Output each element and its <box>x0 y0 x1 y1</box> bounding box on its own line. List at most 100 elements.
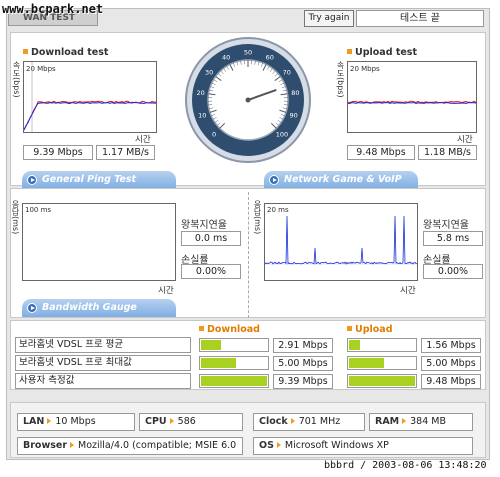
watermark: www.bcpark.net <box>2 2 104 16</box>
upload-series-blue <box>348 101 477 105</box>
download-bandwidth-value: 2.91 Mbps <box>273 338 333 353</box>
ping-y-axis-label: 응답(ms) <box>11 200 20 235</box>
ram-value: 384 MB <box>410 416 446 427</box>
upload-bar-fill <box>349 358 384 368</box>
tab-network-game-voip-test[interactable]: Network Game & VoIP Test <box>264 171 418 203</box>
gauge-tick-label: 70 <box>283 68 291 76</box>
download-bandwidth-value: 5.00 Mbps <box>273 356 333 371</box>
bandwidth-row-label: 보라홈넷 VDSL 프로 평균 <box>15 337 191 353</box>
arrow-circle-icon <box>27 303 37 313</box>
arrow-right-icon <box>169 418 174 424</box>
arrow-right-icon <box>276 442 281 448</box>
upload-graph: 20 Mbps <box>347 65 477 105</box>
gauge-tick-label: 0 <box>212 130 216 138</box>
tab-label: Bandwidth Gauge <box>42 302 137 313</box>
upload-scale-label: 20 Mbps <box>350 65 380 73</box>
upload-mbs-value: 1.18 MB/s <box>418 145 477 160</box>
download-mbs-value: 1.17 MB/s <box>96 145 155 160</box>
game-latency-series <box>264 215 418 265</box>
download-bandwidth-value: 9.39 Mbps <box>273 374 333 389</box>
try-again-button[interactable]: Try again <box>304 10 354 27</box>
gauge-tick-label: 50 <box>244 49 252 57</box>
gauge-tick-label: 60 <box>266 54 274 62</box>
download-bar <box>199 338 269 352</box>
bullet-icon <box>199 326 204 331</box>
game-x-axis-label: 시간 <box>400 286 416 296</box>
ram-label: RAM <box>375 416 400 427</box>
bandwidth-download-header: Download <box>199 324 260 335</box>
ping-rtt-value: 0.0 ms <box>181 231 241 246</box>
gauge-tick-label: 80 <box>291 89 299 97</box>
upload-bar-fill <box>349 340 360 350</box>
arrow-right-icon <box>290 418 295 424</box>
clock-label: Clock <box>259 416 288 427</box>
arrow-circle-icon <box>269 175 279 185</box>
game-y-axis-label: 응답(ms) <box>253 200 262 235</box>
clock-value: 701 MHz <box>298 416 341 427</box>
status-display: 테스트 끝 <box>356 10 484 27</box>
ping-x-axis-label: 시간 <box>158 286 174 296</box>
download-graph: 20 Mbps <box>23 62 157 132</box>
upload-bar <box>347 338 417 352</box>
download-bar-fill <box>201 340 221 350</box>
ping-rtt-label: 왕복지연율 <box>181 220 227 231</box>
browser-value: Mozilla/4.0 (compatible; MSIE 6.0 <box>78 440 237 451</box>
download-series-red <box>23 100 157 130</box>
os-value: Microsoft Windows XP <box>284 440 389 451</box>
gauge-tick-label: 100 <box>276 130 288 138</box>
upload-mbps-value: 9.48 Mbps <box>347 145 415 160</box>
download-bar <box>199 374 269 388</box>
download-title-text: Download test <box>31 47 109 58</box>
arrow-right-icon <box>70 442 75 448</box>
bandwidth-upload-header: Upload <box>347 324 393 335</box>
ping-graph: 100 ms <box>25 206 51 214</box>
game-scale-label: 20 ms <box>267 206 289 214</box>
lan-info: LAN 10 Mbps <box>17 413 135 431</box>
bandwidth-row-label: 사용자 측정값 <box>15 373 191 389</box>
upload-title-text: Upload test <box>355 47 417 58</box>
bullet-icon <box>347 49 352 54</box>
game-rtt-value: 5.8 ms <box>423 231 483 246</box>
upload-y-axis-label: 속도(bps) <box>336 61 345 98</box>
ping-loss-value: 0.00% <box>181 264 241 279</box>
cpu-info: CPU 586 <box>139 413 243 431</box>
game-chart: 20 ms <box>264 203 418 281</box>
download-bar <box>199 356 269 370</box>
download-title: Download test <box>23 47 108 58</box>
clock-info: Clock 701 MHz <box>253 413 365 431</box>
gauge-tick-label: 90 <box>290 111 298 119</box>
upload-bar <box>347 356 417 370</box>
ping-chart: 100 ms <box>22 203 176 281</box>
tab-label: General Ping Test <box>42 174 137 185</box>
download-y-axis-label: 속도(bps) <box>12 61 21 98</box>
download-scale-label: 20 Mbps <box>26 65 56 73</box>
gauge-tick-label: 20 <box>196 89 204 97</box>
browser-label: Browser <box>23 440 68 451</box>
speed-test-panel: Download test 속도(bps) 20 Mbps 시간 9.39 Mb… <box>10 32 486 186</box>
bandwidth-download-header-text: Download <box>207 324 260 335</box>
lan-value: 10 Mbps <box>55 416 96 427</box>
tab-bandwidth-gauge[interactable]: Bandwidth Gauge <box>22 299 176 317</box>
download-bar-fill <box>201 376 267 386</box>
system-info-panel: LAN 10 Mbps CPU 586 Clock 701 MHz RAM 384 MB… <box>10 402 486 458</box>
divider <box>248 192 249 318</box>
gauge-dial: 0 10 20 30 40 50 60 70 80 90 100 <box>185 37 311 163</box>
os-info: OS Microsoft Windows XP <box>253 437 473 455</box>
arrow-circle-icon <box>27 175 37 185</box>
tab-general-ping-test[interactable]: General Ping Test <box>22 171 176 189</box>
arrow-right-icon <box>47 418 52 424</box>
os-label: OS <box>259 440 274 451</box>
bandwidth-row-label: 보라홈넷 VDSL 프로 최대값 <box>15 355 191 371</box>
upload-bandwidth-value: 1.56 Mbps <box>421 338 481 353</box>
bandwidth-upload-header-text: Upload <box>355 324 393 335</box>
upload-bandwidth-value: 9.48 Mbps <box>421 374 481 389</box>
game-graph: 20 ms <box>264 206 418 265</box>
upload-chart: 20 Mbps <box>347 61 477 133</box>
download-x-axis-label: 시간 <box>135 135 151 145</box>
gauge-tick-label: 40 <box>222 54 230 62</box>
ram-info: RAM 384 MB <box>369 413 473 431</box>
download-series-blue <box>23 101 157 131</box>
cpu-value: 586 <box>177 416 196 427</box>
timestamp-stamp: bbbrd / 2003-08-06 13:48:20 <box>324 460 487 471</box>
game-loss-value: 0.00% <box>423 264 483 279</box>
